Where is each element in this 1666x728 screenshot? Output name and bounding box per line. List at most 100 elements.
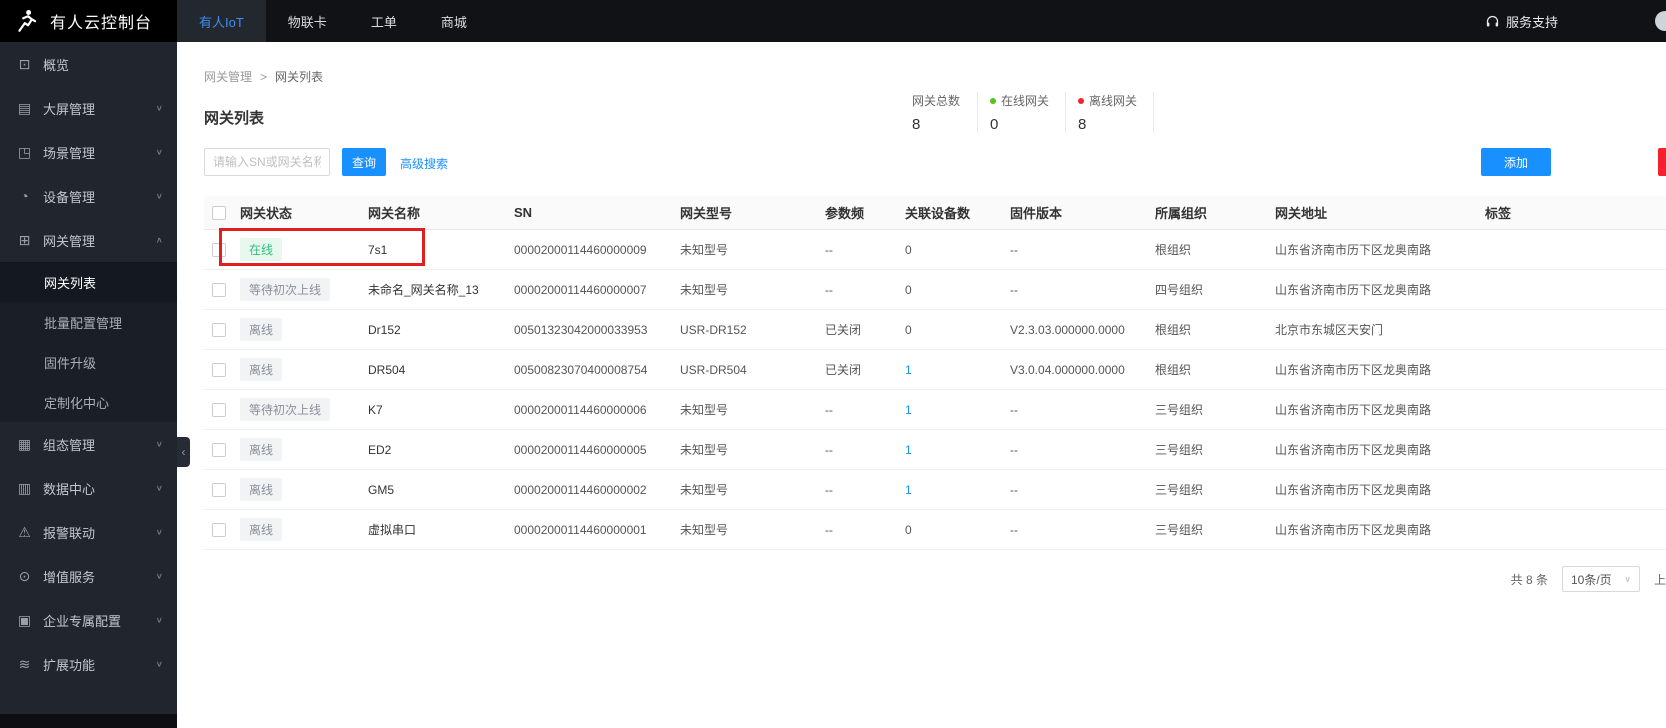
breadcrumb-item-current: 网关列表 [275,70,324,84]
query-button[interactable]: 查询 [342,148,386,176]
sidebar-item[interactable]: ⊙ 增值服务 ∨ [0,554,177,598]
sidebar-item[interactable]: ⊞ 网关管理 ∧ [0,218,177,262]
sidebar-item[interactable]: ⊡ 概览 [0,42,177,86]
column-header: 关联设备数 [905,206,971,221]
support-label: 服务支持 [1505,14,1558,30]
row-checkbox[interactable] [212,522,226,537]
address-cell: 山东省济南市历下区龙奥南路 [1275,523,1432,537]
stat-label: 在线网关 [990,92,1049,109]
row-checkbox[interactable] [212,322,226,337]
page-size-select[interactable]: 10条/页 ∨ [1561,566,1640,592]
header-checkbox-cell [204,205,240,220]
gateway-sn-cell: 00002000114460000006 [514,402,647,417]
row-checkbox[interactable] [212,402,226,417]
row-checkbox[interactable] [212,482,226,497]
stat-label-text: 在线网关 [1001,94,1050,108]
add-button[interactable]: 添加 [1481,148,1551,176]
sidebar-collapse-handle[interactable]: ‹ [177,437,190,467]
select-all-checkbox[interactable] [212,205,226,220]
device-count-link[interactable]: 1 [905,483,912,497]
gateway-name-cell: DR504 [368,362,406,377]
gateway-sn-cell: 00501323042000033953 [514,322,648,337]
gateway-name-cell: GM5 [368,482,395,497]
status-badge: 离线 [240,438,283,461]
table-row: 离线 虚拟串口 00002000114460000001 未知型号 -- 0 -- 三号组织 山… [204,510,1666,550]
device-count-link[interactable]: 1 [905,363,912,377]
gateway-status-cell: 离线 [240,318,368,341]
chevron-down-icon: ∨ [155,191,163,201]
prev-page-button[interactable]: 上一 [1654,571,1666,588]
sidebar-item[interactable]: ▤ 大屏管理 ∨ [0,86,177,130]
sidebar-subitem[interactable]: 固件升级 [0,342,177,382]
sidebar-item[interactable]: ◔ 设备管理 ∨ [0,174,177,218]
gateway-status-cell: 等待初次上线 [240,278,368,301]
sidebar-item-label: 企业专属配置 [43,613,122,629]
topbar-tab[interactable]: 工单 [349,0,419,42]
sidebar-item[interactable]: ≋ 扩展功能 ∨ [0,642,177,686]
topbar: 有人云控制台 有人IoT 物联卡 工单 商城 服务支持 [0,0,1666,42]
app-title: 有人云控制台 [50,15,153,32]
value-icon: ⊙ [18,567,31,584]
topbar-tab[interactable]: 商城 [419,0,489,42]
status-badge: 等待初次上线 [240,398,331,421]
address-cell: 北京市东城区天安门 [1275,323,1384,337]
data-icon: ▥ [17,479,32,496]
device-count-cell: 1 [905,403,1010,417]
device-count-link[interactable]: 1 [905,443,912,457]
topbar-tab[interactable]: 物联卡 [266,0,349,42]
row-checkbox[interactable] [212,282,226,297]
row-checkbox[interactable] [212,242,226,257]
topbar-tab[interactable]: 有人IoT [177,0,266,42]
sidebar-item-label: 场景管理 [43,145,96,161]
gateway-name-cell: 虚拟串口 [368,523,417,537]
status-badge: 在线 [240,238,283,261]
sidebar-item[interactable]: ⚠ 报警联动 ∨ [0,510,177,554]
sidebar-subitem[interactable]: 定制化中心 [0,382,177,422]
org-cell: 根组织 [1155,363,1192,377]
param-cell: -- [825,442,833,457]
sidebar-item[interactable]: ▥ 数据中心 ∨ [0,466,177,510]
param-cell: -- [825,482,833,497]
status-dot [990,97,996,104]
chevron-up-icon: ∧ [155,235,163,245]
pagination: 共 8 条 10条/页 ∨ 上一 [204,566,1666,592]
firmware-cell: -- [1010,522,1018,537]
sidebar-item[interactable]: ▦ 组态管理 ∨ [0,422,177,466]
chevron-down-icon: ∨ [155,103,163,113]
status-badge: 离线 [240,358,283,381]
table-row: 在线 7s1 00002000114460000009 未知型号 -- 0 -- 根组织 山东省… [204,230,1666,270]
support-link[interactable]: 服务支持 [1485,0,1558,42]
chevron-down-icon: ∨ [155,147,163,157]
sidebar-item[interactable]: ◳ 场景管理 ∨ [0,130,177,174]
advanced-search-link[interactable]: 高级搜索 [400,155,448,172]
delete-button[interactable]: 删除 [1658,148,1666,176]
status-badge: 离线 [240,478,283,501]
device-count-cell: 1 [905,443,1010,457]
scene-icon: ◳ [17,143,32,160]
row-checkbox-cell [204,242,240,257]
row-checkbox[interactable] [212,442,226,457]
table-row: 离线 DR504 00500823070400008754 USR-DR504 已关闭 1… [204,350,1666,390]
enterprise-icon: ▣ [17,611,32,628]
search-input[interactable] [204,148,330,176]
org-cell: 三号组织 [1155,443,1204,457]
device-count-link[interactable]: 1 [905,403,912,417]
param-cell: -- [825,402,833,417]
avatar[interactable] [1655,11,1666,31]
extend-icon: ≋ [18,655,31,672]
row-checkbox[interactable] [212,362,226,377]
sidebar-nav: ⊡ 概览 ▤ 大屏管理 ∨ ◳ 场景管理 ∨ ◔ 设备管理 ∨ ⊞ 网关管理 ∧ 网关列表 批量配置管理 固件升… [0,42,177,686]
row-checkbox-cell [204,522,240,537]
breadcrumb-item[interactable]: 网关管理 [204,68,252,85]
device-count-cell: 1 [905,363,1010,377]
status-badge: 等待初次上线 [240,278,331,301]
gateway-status-cell: 离线 [240,518,368,541]
stat-item: 在线网关 0 [978,92,1067,133]
sidebar-item[interactable]: ▣ 企业专属配置 ∨ [0,598,177,642]
sidebar-item-label: 概览 [43,57,70,73]
sidebar-subitem[interactable]: 网关列表 [0,262,177,302]
gateway-model-cell: USR-DR152 [680,322,747,337]
column-header: 参数频 [825,206,865,221]
chevron-down-icon: ∨ [155,571,163,581]
sidebar-subitem[interactable]: 批量配置管理 [0,302,177,342]
